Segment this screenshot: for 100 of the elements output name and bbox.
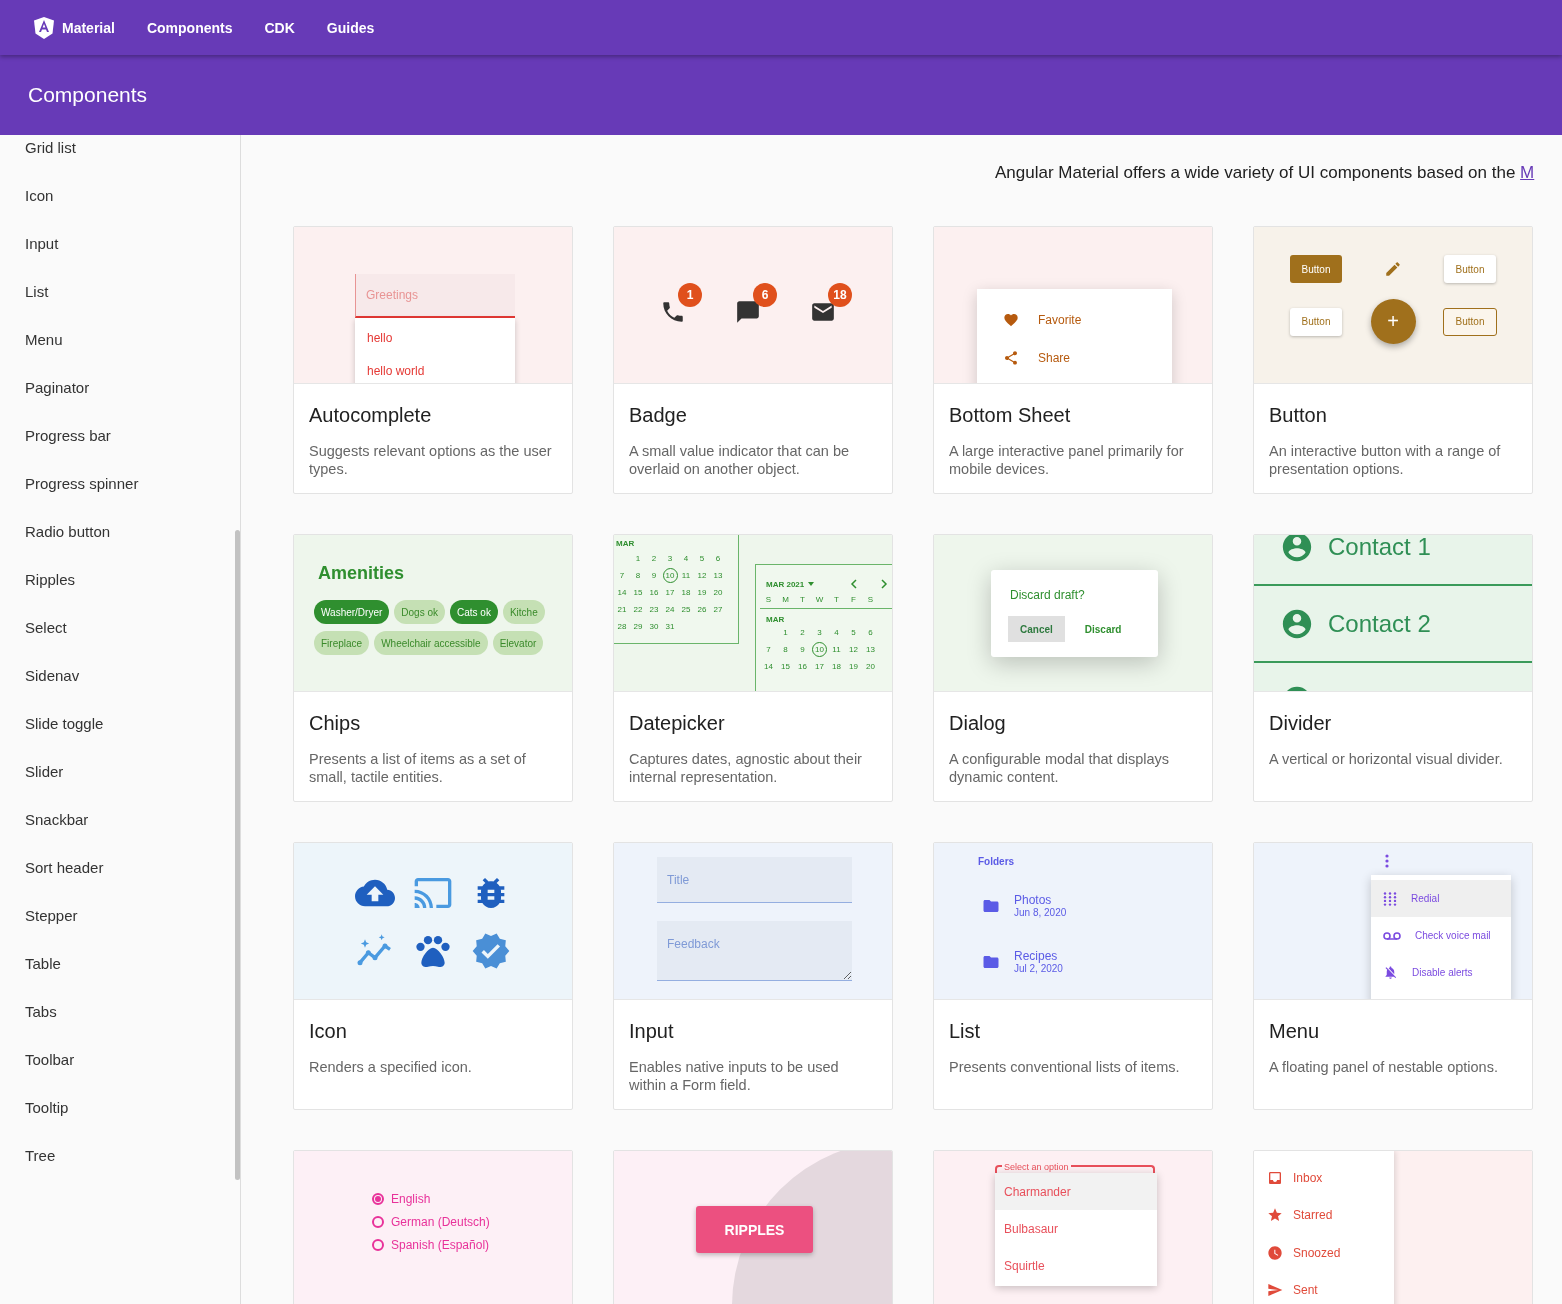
sidebar-item[interactable]: Ripples: [0, 555, 233, 603]
chip[interactable]: Kitche: [502, 600, 545, 624]
calendar-day[interactable]: 4: [678, 550, 694, 567]
component-card[interactable]: Greetings hello hello world Autocomplete Suggests relevant options as the user types.: [293, 226, 573, 494]
sidebar-item[interactable]: Toolbar: [0, 1035, 233, 1083]
calendar-day[interactable]: 14: [614, 584, 630, 601]
option[interactable]: hello: [355, 318, 515, 351]
menu-option[interactable]: Check voice mail: [1415, 930, 1491, 941]
calendar-day[interactable]: 23: [646, 601, 662, 618]
ripples-button[interactable]: RIPPLES: [696, 1206, 813, 1253]
calendar-day[interactable]: 12: [845, 641, 862, 658]
calendar-day[interactable]: 16: [794, 658, 811, 675]
text-area[interactable]: Feedback: [657, 921, 852, 981]
component-card[interactable]: RIPPLES: [613, 1150, 893, 1304]
sheet-item[interactable]: Share: [1038, 351, 1071, 365]
sidebar-item[interactable]: Grid list: [0, 135, 233, 171]
calendar-day[interactable]: 6: [710, 550, 726, 567]
calendar-day[interactable]: 31: [662, 618, 678, 635]
calendar-day[interactable]: 1: [630, 550, 646, 567]
calendar-day[interactable]: 11: [828, 641, 845, 658]
sidebar-item[interactable]: Snackbar: [0, 795, 233, 843]
component-card[interactable]: Folders Photos Jun 8, 2020 Recipes Jul 2, 2020 List Presents conventional lists of items.: [933, 842, 1213, 1110]
chip[interactable]: Cats ok: [450, 600, 498, 624]
sidebar-item[interactable]: Icon: [0, 171, 233, 219]
calendar-day[interactable]: 12: [694, 567, 710, 584]
calendar-day[interactable]: 8: [777, 641, 794, 658]
radio-option[interactable]: German (Deutsch): [372, 1215, 490, 1229]
select-option[interactable]: Bulbasaur: [995, 1210, 1157, 1247]
component-card[interactable]: Inbox Starred Snoozed Sent: [1253, 1150, 1533, 1304]
sidebar-item[interactable]: Stepper: [0, 891, 233, 939]
fab-button[interactable]: +: [1370, 299, 1416, 344]
chip[interactable]: Fireplace: [314, 631, 370, 655]
brand-link[interactable]: Material: [34, 8, 131, 47]
radio-option[interactable]: Spanish (Español): [372, 1238, 490, 1252]
option[interactable]: hello world: [355, 351, 515, 383]
chip[interactable]: Wheelchair accessible: [374, 631, 488, 655]
calendar-day[interactable]: 4: [828, 624, 845, 641]
menu-option[interactable]: Disable alerts: [1412, 967, 1473, 978]
component-card[interactable]: Select an option Charmander Bulbasaur Squirtle: [933, 1150, 1213, 1304]
component-card[interactable]: Icon Renders a specified icon.: [293, 842, 573, 1110]
calendar-day[interactable]: 19: [694, 584, 710, 601]
sidebar-item[interactable]: Sort header: [0, 843, 233, 891]
calendar-day[interactable]: 3: [662, 550, 678, 567]
sample-button[interactable]: Button: [1289, 307, 1343, 336]
calendar-day[interactable]: 5: [694, 550, 710, 567]
calendar-day[interactable]: 6: [862, 624, 879, 641]
component-card[interactable]: Contact 1 Contact 2 Divider A vertical or horizontal visual divider.: [1253, 534, 1533, 802]
sample-button[interactable]: Button: [1443, 255, 1497, 283]
component-card[interactable]: Discard draft? Cancel Discard Dialog A configurable modal that displays dynamic content.: [933, 534, 1213, 802]
calendar-day[interactable]: 14: [760, 658, 777, 675]
calendar-day[interactable]: 11: [678, 567, 694, 584]
sidebar-item[interactable]: Menu: [0, 315, 233, 363]
calendar-day[interactable]: 20: [862, 658, 879, 675]
calendar-day[interactable]: 25: [678, 601, 694, 618]
sample-button[interactable]: Button: [1289, 255, 1343, 283]
sidebar-item[interactable]: Progress bar: [0, 411, 233, 459]
sheet-item[interactable]: Favorite: [1038, 313, 1082, 327]
sidebar-item[interactable]: Input: [0, 219, 233, 267]
radio-option[interactable]: English: [372, 1192, 490, 1206]
sidebar-item[interactable]: Slider: [0, 747, 233, 795]
calendar-day[interactable]: 7: [760, 641, 777, 658]
calendar-day[interactable]: 8: [630, 567, 646, 584]
nav-item[interactable]: Snoozed: [1293, 1245, 1341, 1260]
sidebar-item[interactable]: Tooltip: [0, 1083, 233, 1131]
component-card[interactable]: Title Feedback Input Enables native inputs to be used within a Form field.: [613, 842, 893, 1110]
component-card[interactable]: Amenities Washer/Dryer Dogs ok Cats ok Kitche Fireplace Wheelchair accessible Elevator Chips Presents a list of items as a set of small, tactile entities.: [293, 534, 573, 802]
nav-item[interactable]: Starred: [1293, 1208, 1333, 1223]
sidebar-item[interactable]: Select: [0, 603, 233, 651]
sidebar-item[interactable]: Tree: [0, 1131, 233, 1179]
chip[interactable]: Elevator: [492, 631, 544, 655]
nav-link[interactable]: Guides: [310, 11, 391, 44]
select-option[interactable]: Charmander: [995, 1173, 1157, 1210]
calendar-day[interactable]: 24: [662, 601, 678, 618]
folder-entry[interactable]: Recipes Jul 2, 2020: [1014, 949, 1063, 974]
dialog-button[interactable]: Cancel: [1008, 616, 1065, 642]
chevron-left-icon[interactable]: [850, 579, 858, 589]
chip[interactable]: Dogs ok: [394, 600, 445, 624]
menu-option[interactable]: Redial: [1411, 893, 1440, 904]
sidebar-item[interactable]: Paginator: [0, 363, 233, 411]
dialog-button[interactable]: Discard: [1072, 616, 1134, 642]
sidebar-item[interactable]: Tabs: [0, 987, 233, 1035]
calendar-day[interactable]: 5: [845, 624, 862, 641]
calendar-day[interactable]: 16: [646, 584, 662, 601]
sidebar-item[interactable]: Slide toggle: [0, 699, 233, 747]
component-card[interactable]: [613, 534, 893, 802]
calendar-day[interactable]: 13: [862, 641, 879, 658]
calendar-day[interactable]: 3: [811, 624, 828, 641]
calendar-day[interactable]: 28: [614, 618, 630, 635]
chevron-right-icon[interactable]: [880, 579, 888, 589]
nav-link[interactable]: CDK: [248, 11, 311, 44]
intro-link[interactable]: M: [1520, 163, 1535, 182]
component-card[interactable]: Button Button Button + Button Button An interactive button with a range of presentation options.: [1253, 226, 1533, 494]
calendar-day[interactable]: 21: [614, 601, 630, 618]
component-card[interactable]: Redial Check voice mail Disable alerts Menu A floating panel of nestable options.: [1253, 842, 1533, 1110]
chip[interactable]: Washer/Dryer: [314, 600, 390, 624]
component-card[interactable]: 1 6 18 Badge A small value indicator that can be overlaid on another object.: [613, 226, 893, 494]
calendar-day[interactable]: 9: [646, 567, 662, 584]
nav-item[interactable]: Sent: [1293, 1283, 1318, 1298]
calendar-day[interactable]: 1: [777, 624, 794, 641]
calendar-day[interactable]: 19: [845, 658, 862, 675]
